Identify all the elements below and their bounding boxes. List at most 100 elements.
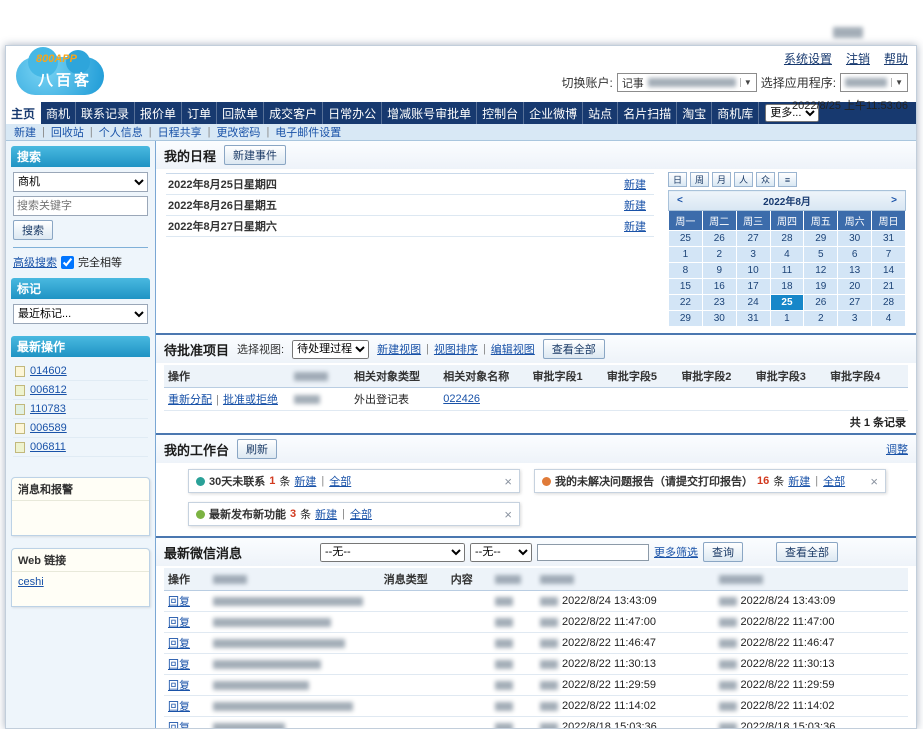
reply-link[interactable]: 回复 <box>168 659 190 671</box>
calendar-day-today[interactable]: 25 <box>770 295 804 311</box>
reply-link[interactable]: 回复 <box>168 638 190 650</box>
card-all-link[interactable]: 全部 <box>329 473 351 489</box>
calendar-day[interactable]: 8 <box>669 263 703 279</box>
new-event-link[interactable]: 新建 <box>624 218 646 234</box>
calendar-day[interactable]: 14 <box>872 263 906 279</box>
card-all-link[interactable]: 全部 <box>350 506 372 522</box>
subnav-link-电子邮件设置[interactable]: 电子邮件设置 <box>275 124 341 140</box>
calendar-day[interactable]: 26 <box>804 295 838 311</box>
calendar-day[interactable]: 21 <box>872 279 906 295</box>
message-filter-input[interactable] <box>537 544 649 561</box>
new-event-link[interactable]: 新建 <box>624 176 646 192</box>
system-settings-link[interactable]: 系统设置 <box>784 50 832 67</box>
close-icon[interactable]: × <box>504 508 512 521</box>
record-link[interactable]: 022426 <box>443 393 480 405</box>
calendar-day[interactable]: 18 <box>770 279 804 295</box>
nav-tab-日常办公[interactable]: 日常办公 <box>323 102 382 124</box>
reply-link[interactable]: 回复 <box>168 701 190 713</box>
calendar-day[interactable]: 17 <box>736 279 770 295</box>
approve-reject-link[interactable]: 批准或拒绝 <box>223 394 278 406</box>
calendar-day[interactable]: 28 <box>872 295 906 311</box>
calendar-day[interactable]: 10 <box>736 263 770 279</box>
prev-month-link[interactable]: < <box>677 195 683 206</box>
card-new-link[interactable]: 新建 <box>315 506 337 522</box>
reply-link[interactable]: 回复 <box>168 680 190 692</box>
reply-link[interactable]: 回复 <box>168 596 190 608</box>
new-event-link[interactable]: 新建 <box>624 197 646 213</box>
reassign-link[interactable]: 重新分配 <box>168 394 212 406</box>
search-type-select[interactable]: 商机 <box>13 172 148 192</box>
calendar-day[interactable]: 12 <box>804 263 838 279</box>
calendar-day[interactable]: 1 <box>770 311 804 327</box>
recent-record-link[interactable]: 006589 <box>30 422 67 434</box>
calendar-day[interactable]: 23 <box>702 295 736 311</box>
list-view-icon[interactable]: ≡ <box>778 172 797 187</box>
account-select[interactable]: 记事 ▼ <box>617 73 757 92</box>
query-button[interactable]: 查询 <box>703 542 743 562</box>
card-new-link[interactable]: 新建 <box>294 473 316 489</box>
approvals-view-select[interactable]: 待处理过程 <box>292 340 369 359</box>
recent-record-link[interactable]: 006811 <box>30 441 66 453</box>
message-filter-select-2[interactable]: --无-- <box>470 543 532 562</box>
calendar-day[interactable]: 30 <box>838 231 872 247</box>
single-user-icon[interactable]: 人 <box>734 172 753 187</box>
calendar-day[interactable]: 19 <box>804 279 838 295</box>
calendar-day[interactable]: 29 <box>804 231 838 247</box>
new-view-link[interactable]: 新建视图 <box>377 341 421 357</box>
nav-tab-主页[interactable]: 主页 <box>6 102 41 124</box>
calendar-day[interactable]: 7 <box>872 247 906 263</box>
adjust-link[interactable]: 调整 <box>886 441 908 457</box>
month-view-icon[interactable]: 月 <box>712 172 731 187</box>
multi-user-icon[interactable]: 众 <box>756 172 775 187</box>
view-all-messages-button[interactable]: 查看全部 <box>776 542 838 562</box>
calendar-day[interactable]: 29 <box>669 311 703 327</box>
nav-tab-回款单[interactable]: 回款单 <box>217 102 264 124</box>
refresh-button[interactable]: 刷新 <box>237 439 277 459</box>
nav-tab-商机[interactable]: 商机 <box>41 102 76 124</box>
calendar-day[interactable]: 9 <box>702 263 736 279</box>
more-filters-link[interactable]: 更多筛选 <box>654 544 698 560</box>
calendar-day[interactable]: 2 <box>804 311 838 327</box>
calendar-day[interactable]: 25 <box>669 231 703 247</box>
subnav-link-更改密码[interactable]: 更改密码 <box>216 124 260 140</box>
calendar-day[interactable]: 24 <box>736 295 770 311</box>
calendar-day[interactable]: 27 <box>838 295 872 311</box>
day-view-icon[interactable]: 日 <box>668 172 687 187</box>
calendar-day[interactable]: 20 <box>838 279 872 295</box>
weblink-ceshi[interactable]: ceshi <box>18 576 44 588</box>
calendar-day[interactable]: 31 <box>872 231 906 247</box>
subnav-link-个人信息[interactable]: 个人信息 <box>99 124 143 140</box>
nav-tab-订单[interactable]: 订单 <box>182 102 217 124</box>
nav-tab-报价单[interactable]: 报价单 <box>135 102 182 124</box>
calendar-day[interactable]: 6 <box>838 247 872 263</box>
reply-link[interactable]: 回复 <box>168 722 190 728</box>
calendar-day[interactable]: 4 <box>770 247 804 263</box>
nav-tab-增减账号审批单[interactable]: 增减账号审批单 <box>382 102 477 124</box>
view-all-approvals-button[interactable]: 查看全部 <box>543 339 605 359</box>
calendar-day[interactable]: 1 <box>669 247 703 263</box>
reply-link[interactable]: 回复 <box>168 617 190 629</box>
subnav-link-回收站[interactable]: 回收站 <box>51 124 84 140</box>
calendar-day[interactable]: 5 <box>804 247 838 263</box>
calendar-day[interactable]: 28 <box>770 231 804 247</box>
application-select[interactable]: ▼ <box>840 73 908 92</box>
recent-record-link[interactable]: 014602 <box>30 365 67 377</box>
nav-tab-控制台[interactable]: 控制台 <box>477 102 524 124</box>
card-all-link[interactable]: 全部 <box>823 473 845 489</box>
calendar-day[interactable]: 4 <box>872 311 906 327</box>
help-link[interactable]: 帮助 <box>884 50 908 67</box>
week-view-icon[interactable]: 周 <box>690 172 709 187</box>
calendar-day[interactable]: 16 <box>702 279 736 295</box>
search-button[interactable]: 搜索 <box>13 220 53 240</box>
nav-tab-成交客户[interactable]: 成交客户 <box>264 102 323 124</box>
sort-view-link[interactable]: 视图排序 <box>434 341 478 357</box>
next-month-link[interactable]: > <box>891 195 897 206</box>
calendar-day[interactable]: 13 <box>838 263 872 279</box>
recent-record-link[interactable]: 006812 <box>30 384 67 396</box>
new-event-button[interactable]: 新建事件 <box>224 145 286 165</box>
subnav-link-日程共享[interactable]: 日程共享 <box>158 124 202 140</box>
close-icon[interactable]: × <box>870 475 878 488</box>
calendar-day[interactable]: 2 <box>702 247 736 263</box>
calendar-day[interactable]: 26 <box>702 231 736 247</box>
calendar-day[interactable]: 11 <box>770 263 804 279</box>
